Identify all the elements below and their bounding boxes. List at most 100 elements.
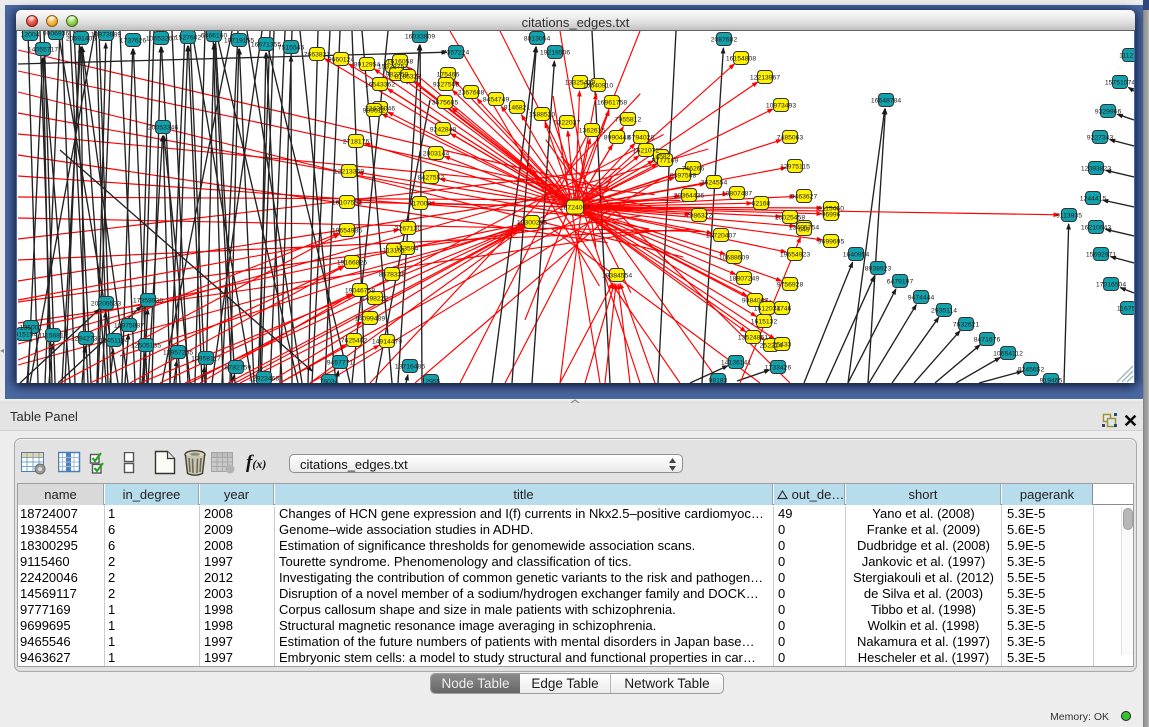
svg-text:9457771: 9457771 — [327, 359, 354, 366]
svg-text:8990448: 8990448 — [604, 134, 631, 141]
svg-text:16154808: 16154808 — [726, 55, 756, 62]
svg-text:9242848: 9242848 — [430, 126, 457, 133]
svg-text:10719155: 10719155 — [224, 37, 254, 44]
svg-text:8938923: 8938923 — [865, 265, 892, 272]
svg-text:8678335: 8678335 — [379, 271, 406, 278]
svg-text:9463627: 9463627 — [791, 193, 818, 200]
svg-text:20206533: 20206533 — [91, 300, 121, 307]
svg-text:2935114: 2935114 — [931, 307, 957, 314]
svg-text:20053346: 20053346 — [148, 124, 178, 131]
svg-text:18807249: 18807249 — [729, 275, 759, 282]
svg-text:12955: 12955 — [422, 378, 441, 383]
svg-text:17016504: 17016504 — [1096, 281, 1126, 288]
svg-text:9660124: 9660124 — [328, 56, 355, 63]
svg-text:16107552: 16107552 — [332, 199, 362, 206]
svg-text:16782759: 16782759 — [221, 364, 251, 371]
svg-text:1588520: 1588520 — [529, 111, 556, 118]
svg-text:16648784: 16648784 — [871, 97, 901, 104]
svg-text:19166825: 19166825 — [337, 259, 367, 266]
svg-text:15720407: 15720407 — [706, 232, 736, 239]
svg-text:6479197: 6479197 — [887, 278, 914, 285]
svg-text:9084067: 9084067 — [742, 297, 769, 304]
svg-text:10688609: 10688609 — [719, 254, 749, 261]
svg-text:10807487: 10807487 — [722, 190, 752, 197]
svg-text:31746: 31746 — [773, 305, 792, 312]
svg-text:649: 649 — [798, 226, 810, 233]
svg-text:9245652: 9245652 — [1018, 366, 1045, 373]
svg-text:9113935: 9113935 — [1056, 212, 1082, 219]
svg-text:9699695: 9699695 — [818, 238, 845, 245]
svg-text:8813054: 8813054 — [524, 35, 551, 42]
svg-text:113151: 113151 — [383, 247, 405, 254]
svg-text:12942737: 12942737 — [71, 335, 101, 342]
svg-text:98183: 98183 — [709, 377, 728, 383]
svg-text:919465: 919465 — [1040, 377, 1063, 383]
svg-text:1615132: 1615132 — [751, 318, 778, 325]
svg-text:10973493: 10973493 — [766, 102, 796, 109]
svg-text:8427552: 8427552 — [418, 174, 445, 181]
svg-text:10654112: 10654112 — [993, 350, 1023, 357]
svg-text:14136141: 14136141 — [721, 359, 751, 366]
svg-text:9327505: 9327505 — [433, 81, 460, 88]
svg-text:417008: 417008 — [409, 200, 432, 207]
svg-text:3675685: 3675685 — [432, 99, 459, 106]
svg-text:7955812: 7955812 — [615, 116, 642, 123]
svg-text:7357224: 7357224 — [443, 49, 470, 56]
svg-text:19654923: 19654923 — [780, 251, 810, 258]
svg-text:1244415: 1244415 — [1080, 195, 1107, 202]
svg-text:8471676: 8471676 — [974, 336, 1001, 343]
svg-text:16210643: 16210643 — [1081, 224, 1111, 231]
svg-text:18724007: 18724007 — [560, 204, 590, 211]
svg-text:16543362: 16543362 — [365, 81, 395, 88]
svg-text:2367608: 2367608 — [458, 89, 485, 96]
svg-text:175466: 175466 — [437, 71, 460, 78]
svg-text:7663822: 7663822 — [304, 51, 331, 58]
svg-text:19046758: 19046758 — [345, 287, 375, 294]
svg-text:16671355: 16671355 — [251, 41, 281, 48]
svg-text:7625402: 7625402 — [341, 337, 368, 344]
svg-text:2803144: 2803144 — [423, 150, 450, 157]
svg-text:19218506: 19218506 — [540, 49, 570, 56]
svg-text:3624554: 3624554 — [701, 179, 728, 186]
svg-text:10958117: 10958117 — [191, 355, 221, 362]
svg-text:96996: 96996 — [822, 211, 841, 218]
svg-text:11156819: 11156819 — [38, 332, 67, 339]
svg-text:7986322: 7986322 — [686, 212, 713, 219]
svg-text:7515546: 7515546 — [278, 44, 305, 51]
svg-text:9329966: 9329966 — [1095, 108, 1122, 115]
svg-text:8912954: 8912954 — [354, 61, 381, 68]
svg-text:12975115: 12975115 — [780, 163, 810, 170]
svg-text:20364436: 20364436 — [674, 192, 704, 199]
svg-text:8186323: 8186323 — [395, 73, 422, 80]
svg-text:17957255: 17957255 — [163, 349, 193, 356]
svg-text:18300295: 18300295 — [517, 219, 547, 226]
svg-text:76034: 76034 — [320, 378, 339, 383]
svg-text:12213967: 12213967 — [750, 74, 780, 81]
svg-text:6497568: 6497568 — [670, 172, 697, 179]
svg-text:9146821: 9146821 — [504, 104, 531, 111]
svg-text:135001: 135001 — [20, 324, 43, 331]
svg-text:7485063: 7485063 — [777, 134, 804, 141]
svg-text:5322037: 5322037 — [554, 119, 581, 126]
svg-text:2718176: 2718176 — [343, 138, 370, 145]
svg-text:16033809: 16033809 — [405, 33, 435, 40]
svg-text:3267130: 3267130 — [395, 225, 422, 232]
svg-text:1527602: 1527602 — [175, 34, 202, 41]
svg-text:989612: 989612 — [363, 107, 386, 114]
svg-text:1640954: 1640954 — [843, 251, 870, 258]
svg-text:9756928: 9756928 — [777, 281, 804, 288]
svg-text:746266: 746266 — [682, 165, 705, 172]
svg-text:6794028: 6794028 — [628, 134, 655, 141]
svg-text:10975887: 10975887 — [114, 322, 144, 329]
svg-text:13524851: 13524851 — [738, 334, 768, 341]
svg-text:19654985: 19654985 — [332, 227, 362, 234]
svg-text:2087682: 2087682 — [711, 36, 738, 43]
svg-text:9474444: 9474444 — [908, 294, 935, 301]
svg-text:111213: 111213 — [1119, 52, 1134, 59]
svg-text:14914479: 14914479 — [372, 338, 402, 345]
svg-text:13716485: 13716485 — [395, 363, 425, 370]
svg-text:12004: 12004 — [21, 31, 40, 38]
svg-text:62160: 62160 — [752, 200, 771, 207]
svg-text:9227343: 9227343 — [1087, 134, 1114, 141]
svg-text:1616058: 1616058 — [387, 58, 414, 65]
